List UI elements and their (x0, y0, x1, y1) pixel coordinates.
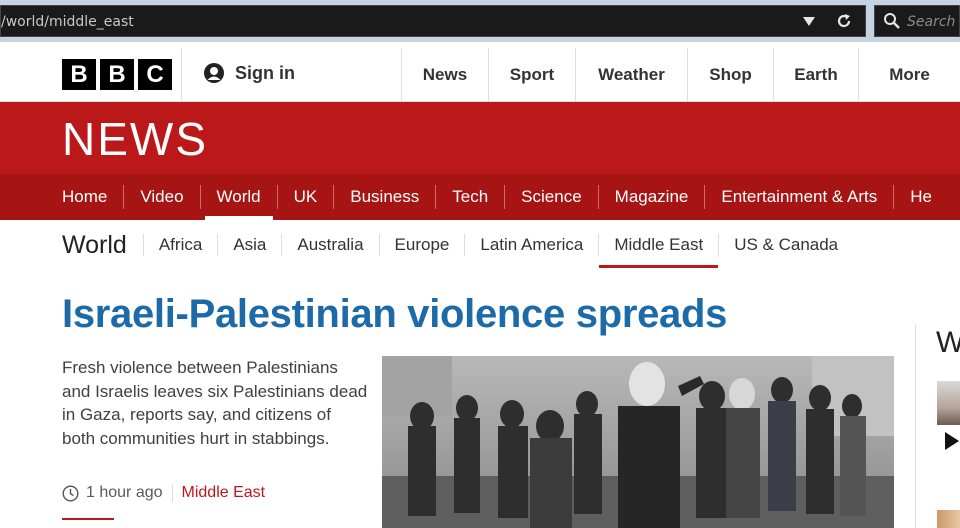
global-nav-earth[interactable]: Earth (773, 48, 858, 101)
news-section-nav: Home Video World UK Business Tech Scienc… (0, 174, 960, 220)
nav-health[interactable]: He (894, 174, 948, 220)
subnav-europe[interactable]: Europe (380, 222, 465, 268)
address-bar-url[interactable]: /world/middle_east (1, 14, 134, 30)
nav-entertainment-arts[interactable]: Entertainment & Arts (705, 174, 893, 220)
story-thumbnail[interactable] (937, 510, 960, 528)
search-icon[interactable] (883, 12, 901, 30)
news-banner: NEWS (0, 102, 960, 174)
story-section-link[interactable]: Middle East (182, 484, 266, 502)
global-nav-weather[interactable]: Weather (575, 48, 687, 101)
dropdown-arrow-icon[interactable] (801, 12, 817, 30)
bbc-logo-letter: C (138, 59, 172, 90)
nav-home[interactable]: Home (46, 174, 123, 220)
sign-in-link[interactable]: Sign in (203, 62, 295, 84)
story-summary: Fresh violence between Palestinians and … (62, 358, 368, 448)
right-column-divider (915, 324, 916, 528)
subnav-latin-america[interactable]: Latin America (465, 222, 598, 268)
nav-tech[interactable]: Tech (436, 174, 504, 220)
subnav-africa[interactable]: Africa (144, 222, 217, 268)
story-photo[interactable] (382, 356, 894, 528)
subnav-australia[interactable]: Australia (282, 222, 378, 268)
address-bar[interactable]: /world/middle_east (0, 5, 866, 37)
story-accent-rule (62, 518, 114, 520)
subnav-middle-east[interactable]: Middle East (599, 222, 719, 268)
subnav-us-canada[interactable]: US & Canada (719, 222, 853, 268)
bbc-logo-letter: B (100, 59, 134, 90)
global-nav-news[interactable]: News (401, 48, 488, 101)
story-timestamp: 1 hour ago (86, 484, 163, 501)
global-nav: News Sport Weather Shop Earth More (401, 48, 960, 101)
nav-world[interactable]: World (201, 174, 277, 220)
nav-uk[interactable]: UK (278, 174, 334, 220)
user-icon (204, 63, 224, 83)
global-nav-more[interactable]: More (858, 48, 960, 101)
nav-science[interactable]: Science (505, 174, 597, 220)
world-subnav: World Africa Asia Australia Europe Latin… (0, 222, 960, 268)
meta-separator (171, 484, 173, 502)
nav-business[interactable]: Business (334, 174, 435, 220)
story-meta: 1 hour ago Middle East (62, 484, 265, 502)
subnav-title[interactable]: World (62, 231, 127, 260)
clock-icon (62, 484, 79, 502)
nav-magazine[interactable]: Magazine (599, 174, 705, 220)
masthead-divider (181, 48, 182, 101)
browser-search-box[interactable]: Search (874, 5, 960, 37)
search-placeholder[interactable]: Search (907, 14, 955, 30)
subnav-asia[interactable]: Asia (218, 222, 281, 268)
reload-icon[interactable] (835, 12, 853, 30)
browser-toolbar: /world/middle_east Search (0, 0, 960, 42)
bbc-logo-letter: B (62, 59, 96, 90)
nav-video[interactable]: Video (124, 174, 199, 220)
sign-in-label: Sign in (235, 62, 295, 83)
global-nav-shop[interactable]: Shop (687, 48, 773, 101)
global-nav-sport[interactable]: Sport (488, 48, 575, 101)
video-thumbnail[interactable] (937, 381, 960, 425)
right-column-heading: W (936, 326, 960, 359)
news-logo[interactable]: NEWS (62, 112, 208, 166)
story-headline[interactable]: Israeli-Palestinian violence spreads (62, 292, 727, 337)
play-icon[interactable] (945, 432, 959, 450)
bbc-masthead: B B C Sign in News Sport Weather Shop Ea… (0, 48, 960, 102)
bbc-logo[interactable]: B B C (62, 59, 172, 90)
